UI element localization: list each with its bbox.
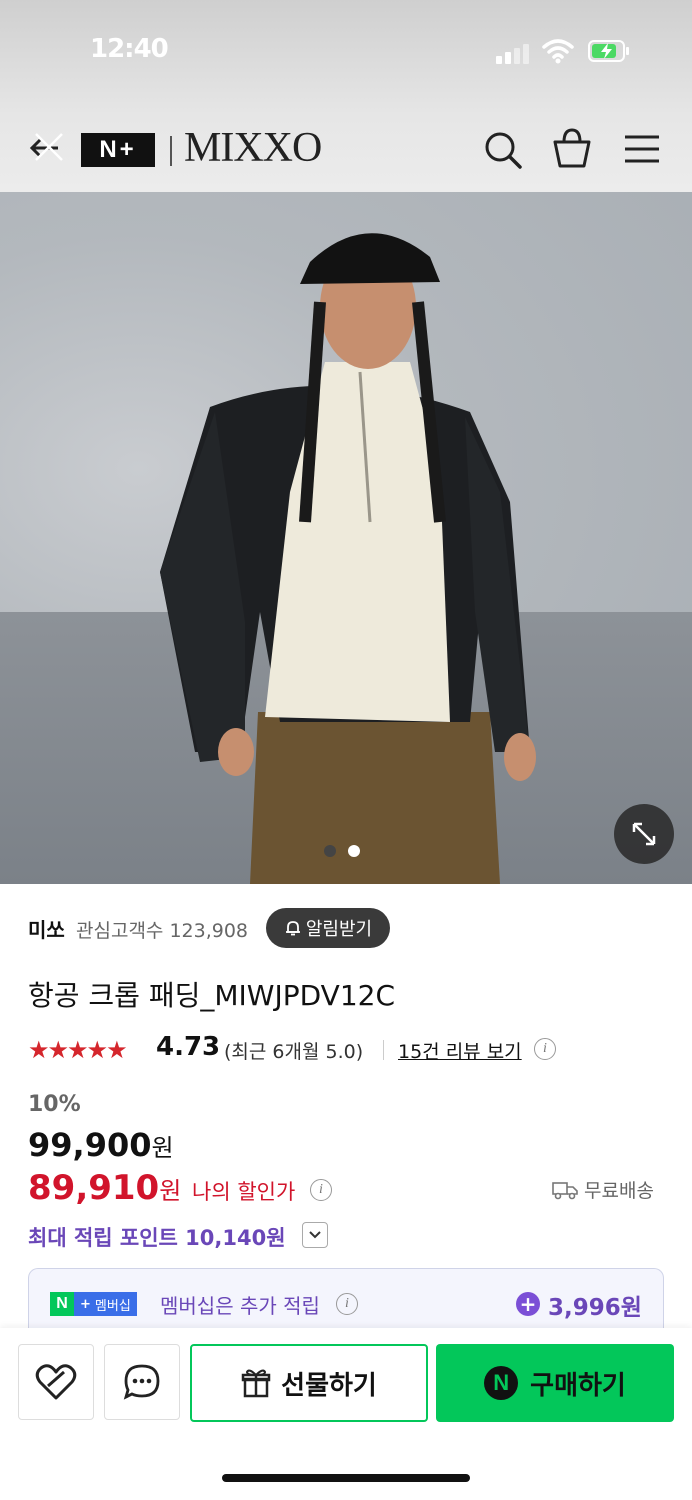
review-info-icon[interactable]: i	[534, 1038, 556, 1060]
recent-rating: (최근 6개월 5.0)	[224, 1041, 364, 1063]
expand-button[interactable]	[614, 804, 674, 864]
shipping-label: 무료배송	[584, 1180, 654, 1202]
signal-icon	[496, 42, 530, 64]
gift-label: 선물하기	[281, 1370, 377, 1401]
membership-info-icon[interactable]: i	[336, 1293, 358, 1315]
review-link[interactable]: 15건 리뷰 보기	[398, 1037, 522, 1064]
chat-button[interactable]	[104, 1344, 180, 1420]
alarm-label: 알림받기	[305, 919, 373, 940]
gift-button[interactable]: 선물하기	[190, 1344, 428, 1422]
rating-value: 4.73	[156, 1032, 221, 1062]
rating-stars: ★★★★★	[28, 1036, 128, 1064]
original-price: 99,900원	[28, 1126, 174, 1164]
truck-icon	[552, 1181, 578, 1199]
rating-divider	[383, 1040, 384, 1060]
gift-icon	[241, 1369, 271, 1398]
heart-icon	[35, 1364, 77, 1400]
menu-icon[interactable]	[620, 126, 664, 172]
cart-icon[interactable]	[550, 126, 594, 172]
chat-icon	[123, 1364, 160, 1400]
sale-price: 89,910원	[28, 1168, 182, 1208]
membership-badge: N + 멤버십	[50, 1292, 137, 1316]
seller-name[interactable]: 미쏘	[28, 914, 65, 943]
alarm-button[interactable]: 알림받기	[266, 908, 390, 948]
product-image[interactable]	[0, 192, 692, 884]
points-expand-button[interactable]	[302, 1222, 328, 1248]
wishlist-button[interactable]	[18, 1344, 94, 1420]
buy-label: 구매하기	[530, 1370, 626, 1401]
battery-icon	[588, 40, 629, 62]
my-discount-label: 나의 할인가	[192, 1180, 296, 1204]
page-dot-active[interactable]	[348, 845, 360, 857]
naver-n-icon: N	[484, 1366, 519, 1400]
home-indicator[interactable]	[222, 1474, 470, 1482]
membership-points: 3,996원	[548, 1295, 642, 1321]
image-pagination	[324, 842, 372, 861]
max-points[interactable]: 최대 적립 포인트 10,140원	[28, 1222, 286, 1252]
page-dot[interactable]	[324, 845, 336, 857]
wifi-icon	[542, 38, 574, 64]
watchers-count: 관심고객수 123,908	[76, 920, 249, 942]
plus-icon: +	[516, 1292, 540, 1316]
buy-button[interactable]: N 구매하기	[436, 1344, 674, 1422]
search-icon[interactable]	[480, 126, 524, 172]
discount-rate: 10%	[28, 1092, 81, 1117]
chevron-down-icon	[309, 1231, 321, 1239]
header-divider	[170, 136, 172, 166]
bell-icon	[285, 921, 300, 936]
product-title: 항공 크롭 패딩_MIWJPDV12C	[28, 979, 396, 1012]
nplus-logo[interactable]: N+	[81, 133, 155, 167]
free-shipping: 무료배송	[552, 1176, 654, 1203]
status-time: 12:40	[90, 34, 169, 64]
back-button[interactable]	[24, 128, 68, 168]
membership-text: 멤버십은 추가 적립	[160, 1294, 320, 1318]
discount-info-icon[interactable]: i	[310, 1179, 332, 1201]
brand-logo[interactable]: MIXXO	[184, 124, 322, 172]
expand-icon	[632, 822, 656, 846]
